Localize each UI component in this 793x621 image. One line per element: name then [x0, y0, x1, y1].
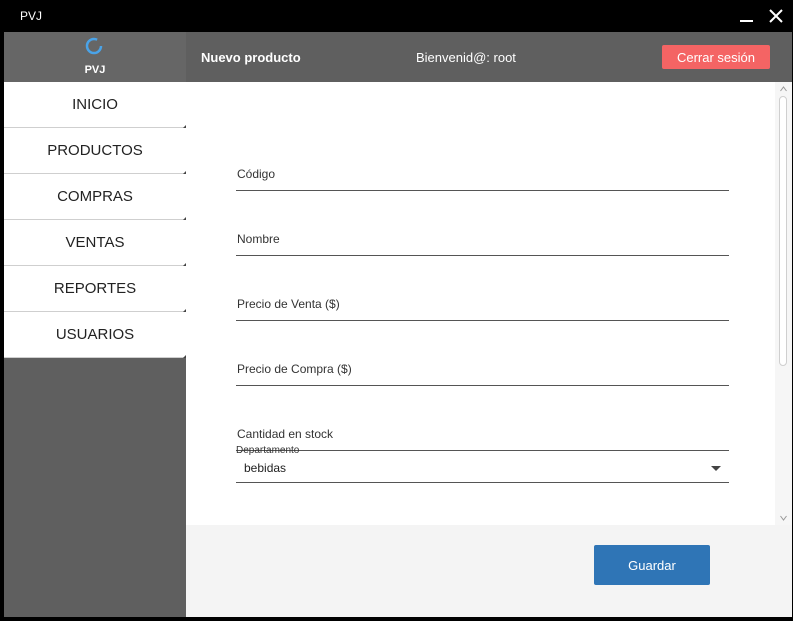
sidebar-item-label: PRODUCTOS	[47, 142, 143, 159]
scrollbar-thumb[interactable]	[779, 96, 787, 366]
window-title: PVJ	[20, 9, 43, 23]
scrollbar[interactable]	[775, 82, 792, 525]
minimize-icon[interactable]	[740, 8, 754, 24]
sidebar-item-compras[interactable]: COMPRAS	[4, 174, 186, 220]
close-icon[interactable]	[768, 8, 784, 24]
nombre-field[interactable]: Nombre	[236, 222, 729, 256]
header-bar: Nuevo producto Bienvenid@: root Cerrar s…	[186, 32, 792, 82]
app-window: PVJ Nuevo producto Bienvenid@: root Cerr…	[4, 32, 792, 617]
sidebar-item-label: USUARIOS	[55, 326, 135, 343]
departamento-value: bebidas	[244, 461, 287, 475]
window-titlebar: PVJ	[0, 0, 793, 32]
welcome-text: Bienvenid@: root	[416, 50, 516, 65]
spinner-ring-icon	[85, 37, 103, 55]
codigo-placeholder: Código	[237, 167, 276, 181]
nombre-placeholder: Nombre	[237, 232, 280, 246]
chevron-down-icon	[711, 466, 721, 471]
form-footer: Guardar	[186, 525, 792, 617]
brand: PVJ	[4, 32, 186, 82]
cantidad-stock-placeholder: Cantidad en stock	[237, 427, 334, 441]
sidebar-item-label: COMPRAS	[57, 188, 133, 205]
sidebar-item-inicio[interactable]: INICIO	[4, 82, 186, 128]
arrow-up-icon[interactable]	[780, 86, 787, 92]
sidebar-item-label: REPORTES	[53, 280, 137, 297]
save-button[interactable]: Guardar	[594, 545, 710, 585]
logout-button[interactable]: Cerrar sesión	[662, 45, 770, 69]
sidebar-item-productos[interactable]: PRODUCTOS	[4, 128, 186, 174]
brand-name: PVJ	[84, 64, 106, 76]
precio-compra-field[interactable]: Precio de Compra ($)	[236, 352, 729, 386]
page-title: Nuevo producto	[201, 50, 301, 65]
sidebar: INICIO PRODUCTOS COMPRAS VENTAS REPORTES…	[4, 82, 186, 617]
arrow-down-icon[interactable]	[780, 515, 787, 521]
sidebar-item-reportes[interactable]: REPORTES	[4, 266, 186, 312]
sidebar-item-ventas[interactable]: VENTAS	[4, 220, 186, 266]
precio-venta-placeholder: Precio de Venta ($)	[237, 297, 340, 311]
precio-venta-field[interactable]: Precio de Venta ($)	[236, 287, 729, 321]
sidebar-item-usuarios[interactable]: USUARIOS	[4, 312, 186, 358]
departamento-label: Departamento	[236, 445, 300, 456]
sidebar-item-label: INICIO	[72, 96, 118, 113]
codigo-field[interactable]: Código	[236, 157, 729, 191]
precio-compra-placeholder: Precio de Compra ($)	[237, 362, 352, 376]
product-form: Código Nombre Precio de Venta ($) Precio…	[186, 82, 792, 525]
departamento-select[interactable]: Departamento bebidas	[236, 445, 729, 483]
sidebar-item-label: VENTAS	[65, 234, 125, 251]
